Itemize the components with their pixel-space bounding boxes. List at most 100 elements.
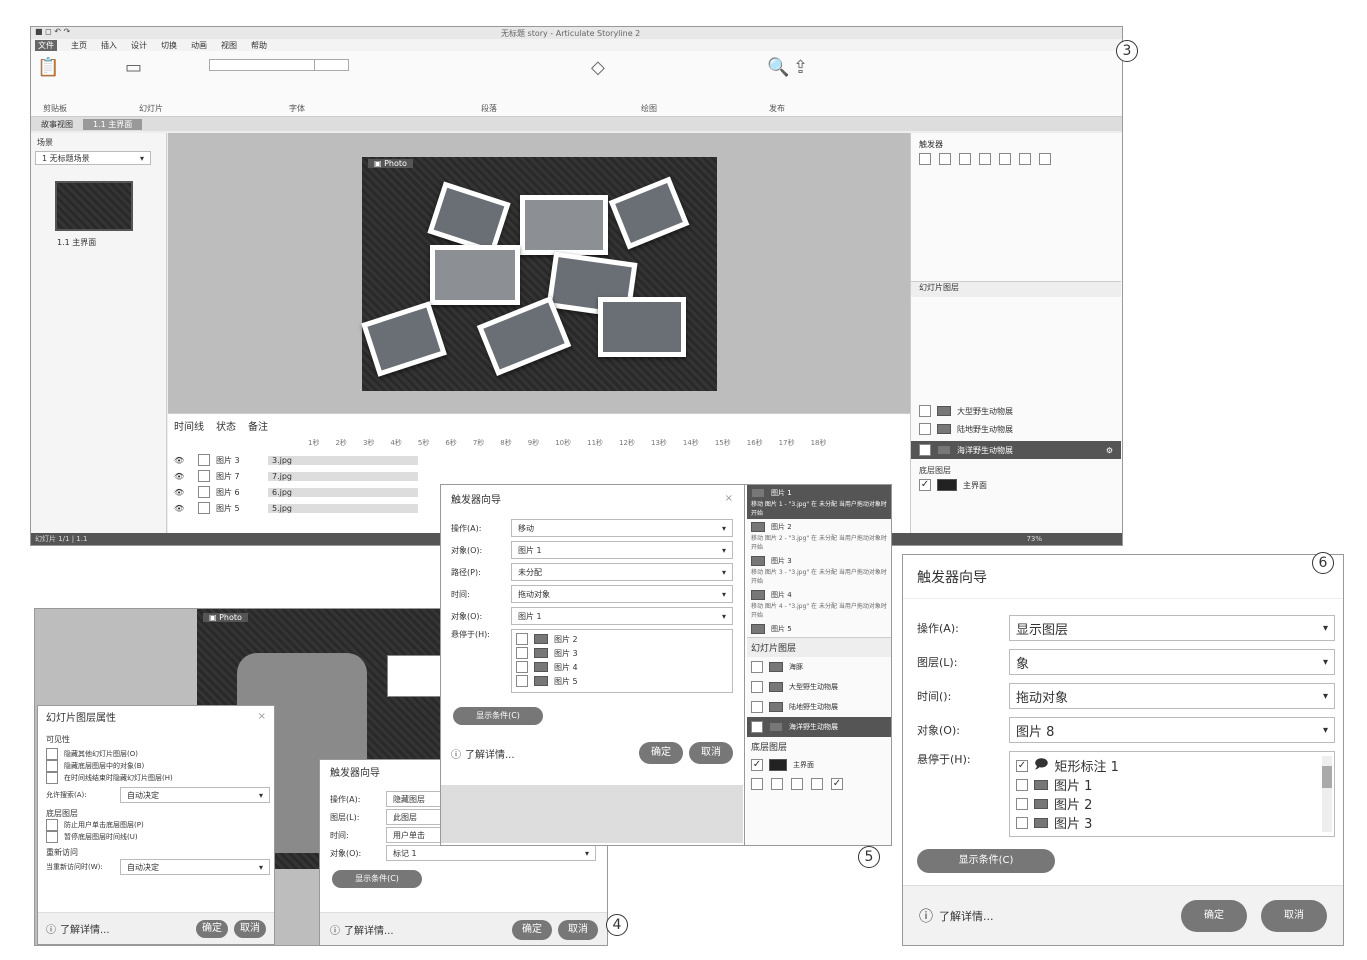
- trigger-item-selected[interactable]: 图片 1 移动 图片 1 - "3.jpg" 在 未分配 当用户拖动对象时 开始: [747, 485, 891, 519]
- photo-dolphin-1[interactable]: [427, 181, 511, 255]
- cancel-button[interactable]: 取消: [1261, 899, 1327, 932]
- hover-checkbox[interactable]: [516, 647, 528, 659]
- option-row[interactable]: 暂停底层图层时间线(U): [46, 831, 270, 843]
- when-dropdown[interactable]: 拖动对象 ▾: [511, 585, 733, 603]
- photo-texture[interactable]: [430, 245, 520, 305]
- player-dropdown[interactable]: 自动决定 ▾: [120, 787, 270, 803]
- scrollbar[interactable]: [1322, 756, 1332, 832]
- layer-item[interactable]: 海豚: [747, 657, 891, 677]
- base-layer-checkbox[interactable]: ✓: [751, 759, 763, 771]
- ok-button[interactable]: 确定: [1181, 899, 1247, 932]
- base-layer-item[interactable]: ✓ 主界面: [919, 479, 987, 491]
- hover-checkbox[interactable]: [1016, 816, 1028, 829]
- learn-more-link[interactable]: 了解详情...: [344, 922, 394, 937]
- hover-checkbox[interactable]: ✓: [1016, 759, 1028, 772]
- move-down-icon[interactable]: [1039, 153, 1051, 165]
- publish-icon[interactable]: ⇪: [793, 57, 808, 78]
- tab-story-view[interactable]: 故事视图: [31, 119, 83, 130]
- tab-insert[interactable]: 插入: [101, 40, 117, 51]
- hover-item[interactable]: 图片 1: [1016, 775, 1328, 794]
- tab-slide[interactable]: 1.1 主界面: [83, 118, 143, 130]
- timeline-row[interactable]: 👁 图片 6 6.jpg: [174, 484, 454, 500]
- photo-seals[interactable]: [520, 195, 608, 255]
- tab-notes[interactable]: 备注: [248, 418, 268, 433]
- layer-item[interactable]: 大型野生动物展: [919, 403, 1119, 419]
- lock-checkbox[interactable]: [198, 502, 210, 514]
- hover-item[interactable]: 图片 3: [1016, 813, 1328, 832]
- when-dropdown[interactable]: 拖动对象 ▾: [1009, 683, 1335, 709]
- delete-layer-icon[interactable]: [811, 778, 823, 790]
- option-row[interactable]: 隐藏其他幻灯片图层(O): [46, 748, 270, 760]
- layer-checkbox[interactable]: [751, 701, 763, 713]
- copy-layer-icon[interactable]: [771, 778, 783, 790]
- tab-states[interactable]: 状态: [216, 418, 236, 433]
- slide-thumbnail[interactable]: [55, 181, 133, 231]
- quick-save-icon[interactable]: ■ ◻ ↶ ↷: [35, 27, 70, 36]
- tab-design[interactable]: 设计: [131, 40, 147, 51]
- show-conditions-button[interactable]: 显示条件(C): [453, 707, 543, 725]
- option-checkbox[interactable]: [46, 819, 58, 831]
- layer-item[interactable]: 大型野生动物展: [747, 677, 891, 697]
- photo-orca-2[interactable]: [598, 297, 686, 357]
- edit-trigger-icon[interactable]: [939, 153, 951, 165]
- close-icon[interactable]: ×: [258, 711, 266, 722]
- tab-file[interactable]: 文件: [35, 39, 57, 51]
- hover-item[interactable]: 图片 5: [516, 674, 728, 688]
- object-dropdown[interactable]: 标记 1 ▾: [386, 845, 596, 861]
- cancel-button[interactable]: 取消: [234, 919, 266, 938]
- hover-item[interactable]: 图片 2: [516, 632, 728, 646]
- paste-icon[interactable]: 📋: [37, 57, 59, 78]
- hover-checkbox[interactable]: [516, 661, 528, 673]
- option-checkbox[interactable]: [46, 748, 58, 760]
- paste-layer-icon[interactable]: [791, 778, 803, 790]
- hover-checkbox[interactable]: [516, 675, 528, 687]
- preview-icon[interactable]: 🔍: [767, 57, 789, 78]
- eye-icon[interactable]: 👁: [174, 456, 198, 465]
- layer-item-selected[interactable]: ✓ 海洋野生动物展 ⚙: [911, 441, 1121, 459]
- ok-button[interactable]: 确定: [512, 919, 552, 940]
- option-checkbox[interactable]: [46, 772, 58, 784]
- base-layer-checkbox[interactable]: ✓: [919, 479, 931, 491]
- copy-trigger-icon[interactable]: [959, 153, 971, 165]
- option-row[interactable]: 防止用户单击底层图层(P): [46, 819, 270, 831]
- layer-checkbox[interactable]: ✓: [919, 444, 931, 456]
- lock-checkbox[interactable]: [198, 454, 210, 466]
- tab-view[interactable]: 视图: [221, 40, 237, 51]
- option-checkbox[interactable]: [46, 760, 58, 772]
- hover-item[interactable]: 图片 4: [516, 660, 728, 674]
- layer-item[interactable]: 陆地野生动物展: [747, 697, 891, 717]
- hover-checkbox[interactable]: [1016, 797, 1028, 810]
- hover-checkbox[interactable]: [516, 633, 528, 645]
- photo-shark[interactable]: [361, 301, 447, 377]
- revisit-dropdown[interactable]: 自动决定 ▾: [120, 859, 270, 875]
- layer-checkbox[interactable]: [751, 661, 763, 673]
- tab-transitions[interactable]: 切换: [161, 40, 177, 51]
- tab-animations[interactable]: 动画: [191, 40, 207, 51]
- shapes-icon[interactable]: ◇: [591, 57, 605, 78]
- ok-button[interactable]: 确定: [196, 919, 228, 938]
- ok-button[interactable]: 确定: [639, 742, 683, 764]
- show-conditions-button[interactable]: 显示条件(C): [332, 870, 422, 888]
- paste-trigger-icon[interactable]: [979, 153, 991, 165]
- show-conditions-button[interactable]: 显示条件(C): [917, 849, 1055, 873]
- new-trigger-icon[interactable]: [919, 153, 931, 165]
- trigger-item[interactable]: 图片 5: [747, 621, 891, 637]
- layer-checkbox[interactable]: ✓: [751, 721, 763, 733]
- font-size-box[interactable]: [314, 59, 349, 71]
- hover-item[interactable]: 图片 2: [1016, 794, 1328, 813]
- photo-dolphin-2[interactable]: [608, 176, 690, 250]
- tab-home[interactable]: 主页: [71, 40, 87, 51]
- layer-item-selected[interactable]: ✓ 海洋野生动物展: [747, 717, 891, 737]
- eye-icon[interactable]: 👁: [174, 504, 198, 513]
- move-up-icon[interactable]: [1019, 153, 1031, 165]
- hover-checkbox[interactable]: [1016, 778, 1028, 791]
- base-layer-item[interactable]: ✓ 主界面: [747, 756, 891, 774]
- layer-checkbox[interactable]: [751, 681, 763, 693]
- timeline-row[interactable]: 👁 图片 3 3.jpg: [174, 452, 454, 468]
- gear-icon[interactable]: ⚙: [1106, 446, 1113, 455]
- eye-icon[interactable]: 👁: [174, 472, 198, 481]
- zoom-level[interactable]: 73%: [1026, 535, 1042, 543]
- eye-icon[interactable]: 👁: [174, 488, 198, 497]
- trigger-item[interactable]: 图片 2 移动 图片 2 - "3.jpg" 在 未分配 当用户拖动对象时 开始: [747, 519, 891, 553]
- action-dropdown[interactable]: 移动 ▾: [511, 519, 733, 537]
